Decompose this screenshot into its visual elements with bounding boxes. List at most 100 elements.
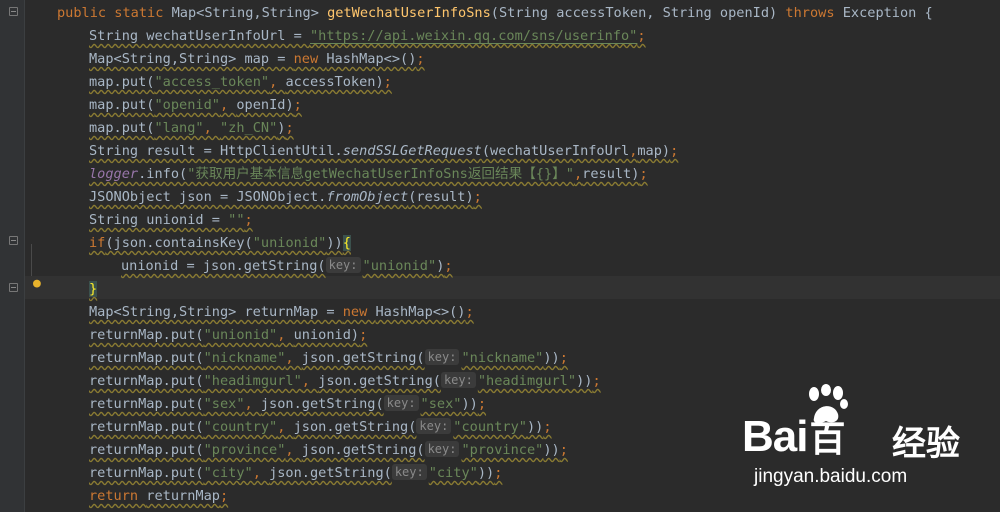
code-line[interactable]: returnMap.put("country", json.getString(… [89,416,552,439]
code-line-content: returnMap.put( "province", json.getString… [89,441,568,458]
code-token: returnMap.put( [89,327,204,343]
code-token: ; [244,212,253,228]
code-token: "country" [203,419,278,435]
code-token: returnMap [146,488,220,504]
code-line[interactable]: return returnMap; [89,485,228,508]
code-token: return [89,488,147,504]
code-line-content: String unionid = ""; [89,212,253,228]
code-line[interactable]: map.put("access_token", accessToken); [89,71,392,94]
code-line[interactable]: JSONObject json = JSONObject.fromObject(… [89,186,482,209]
code-line[interactable]: if(json.containsKey("unionid")){ [89,232,351,255]
code-token: )) [326,235,343,251]
parameter-hint: key: [391,464,427,480]
code-token: json.getString( [269,465,392,481]
fold-marker-icon[interactable] [9,236,18,245]
code-token: } [89,281,98,297]
code-token: ; [416,51,425,67]
code-line[interactable]: returnMap.put("city", json.getString(key… [89,462,502,485]
code-line[interactable]: map.put("lang", "zh_CN"); [89,117,294,140]
code-line-content: returnMap.put("sex", json.getString(key:… [89,395,487,412]
code-token: ; [670,143,679,159]
code-token: , [277,419,294,435]
code-token: Map<String,String> [171,5,328,21]
code-line[interactable]: returnMap.put( "province", json.getString… [89,439,568,462]
code-token: String unionid = [89,212,229,228]
code-line[interactable]: String result = HttpClientUtil.sendSSLGe… [89,140,678,163]
code-token: ; [383,74,392,90]
code-line[interactable]: unionid = json.getString(key: "unionid"); [121,255,453,278]
parameter-hint: key: [424,349,460,365]
code-line-content: returnMap.put("nickname", json.getString… [89,349,568,366]
code-token: result) [582,166,640,182]
code-token: , [285,442,302,458]
code-token: "city" [428,465,478,481]
code-line-content: public static Map<String,String> getWech… [57,5,933,21]
code-token: "openid" [154,97,220,113]
code-token: )) [543,442,560,458]
code-token: (result) [408,189,474,205]
code-token: returnMap.put( [89,373,204,389]
code-line-content: map.put("access_token", accessToken); [89,74,392,90]
code-token: HashMap<>() [375,304,466,320]
code-token: fromObject [326,189,409,205]
code-token: "headimgurl" [203,373,302,389]
code-line[interactable]: Map<String,String> returnMap = new HashM… [89,301,474,324]
code-line[interactable]: returnMap.put("sex", json.getString(key:… [89,393,486,416]
code-line-content: map.put("lang", "zh_CN"); [89,120,294,136]
code-token: map) [637,143,671,159]
code-line-content: String result = HttpClientUtil.sendSSLGe… [89,143,678,159]
watermark-site: 经验 [892,425,960,463]
code-token: json.getString( [301,442,425,458]
code-token: String wechatUserInfoUrl = [89,28,310,44]
code-token: getWechatUserInfoSns [327,5,491,21]
code-token: json.getString( [318,373,441,389]
code-token: )) [477,465,495,481]
code-line[interactable]: returnMap.put("headimgurl", json.getStri… [89,370,601,393]
code-token: , [573,166,583,182]
code-token: "sex" [203,396,245,412]
code-token: ; [477,396,487,412]
code-line[interactable]: String unionid = ""; [89,209,253,232]
code-token: new [293,51,327,67]
code-line[interactable]: } [89,278,98,301]
code-token: (String accessToken, String openId) [490,5,786,21]
code-token: ; [465,304,474,320]
code-line[interactable]: returnMap.put("unionid", unionid); [89,324,367,347]
code-token: accessToken) [285,74,384,90]
code-token: ; [639,166,648,182]
watermark-brand: Bai百 [742,412,846,461]
editor-gutter[interactable] [0,0,24,512]
lightbulb-icon[interactable]: ● [33,276,41,291]
code-token: returnMap.put( [89,442,204,458]
code-token: map.put( [89,120,155,136]
fold-marker-icon[interactable] [9,7,18,16]
code-line-content: JSONObject json = JSONObject.fromObject(… [89,189,482,205]
code-token: sendSSLGetRequest [342,143,482,159]
code-token: unionid = json.getString( [121,258,326,274]
code-token: map.put( [89,97,155,113]
code-line[interactable]: public static Map<String,String> getWech… [57,2,933,25]
code-token: "nickname" [203,350,286,366]
code-line-content: logger.info("获取用户基本信息getWechatUserInfoSn… [89,166,648,182]
code-token: (wechatUserInfoUrl [481,143,630,159]
code-token: , [244,396,261,412]
code-line[interactable]: Map<String,String> map = new HashMap<>()… [89,48,425,71]
code-token: ; [293,97,302,113]
code-line[interactable]: String wechatUserInfoUrl = "https://api.… [89,25,646,48]
baidu-jingyan-watermark: Bai百 经验 jingyan.baidu.com [742,384,982,494]
code-token: ; [473,189,482,205]
code-token: "https://api.weixin.qq.com/sns/userinfo" [309,28,638,44]
code-token: "province" [461,442,544,458]
code-token: returnMap.put( [89,396,204,412]
code-line-content: returnMap.put("country", json.getString(… [89,418,552,435]
code-line[interactable]: map.put("openid", openId); [89,94,302,117]
code-token: HashMap<>() [326,51,417,67]
code-line[interactable]: logger.info("获取用户基本信息getWechatUserInfoSn… [89,163,648,186]
code-token: openId) [236,97,294,113]
code-line[interactable]: returnMap.put("nickname", json.getString… [89,347,568,370]
fold-marker-icon[interactable] [9,283,18,292]
code-token: returnMap.put( [89,350,204,366]
code-line-content: } [89,281,98,297]
code-token: .info( [138,166,188,182]
code-token: json.getString( [293,419,417,435]
